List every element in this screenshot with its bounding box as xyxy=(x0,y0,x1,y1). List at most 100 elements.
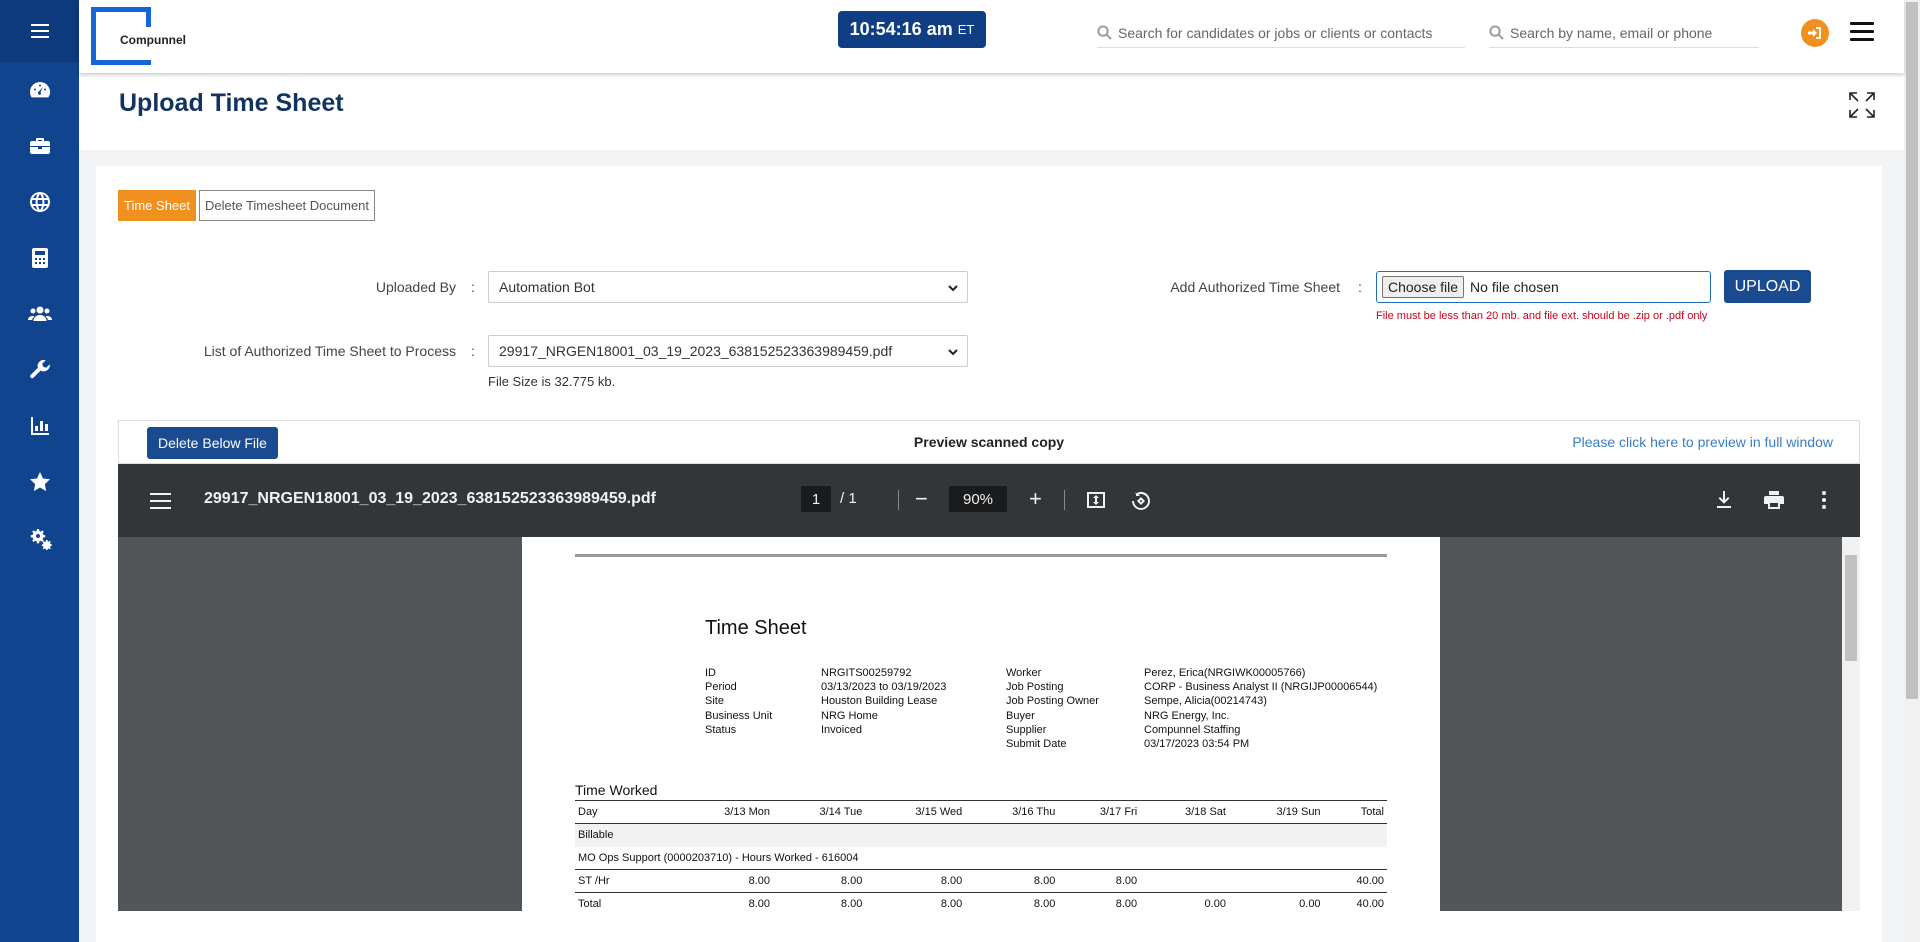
sidebar-item-reports[interactable] xyxy=(0,398,79,454)
left-labels: ID Period Site Business Unit Status xyxy=(705,666,772,737)
doc-value: Sempe, Alicia(00214743) xyxy=(1144,695,1267,708)
contact-search-placeholder: Search by name, email or phone xyxy=(1510,24,1713,41)
table-cell: 8.00 xyxy=(1033,898,1056,911)
column-header: 3/13 Mon xyxy=(724,806,771,818)
left-values: NRGITS00259792 03/13/2023 to 03/19/2023 … xyxy=(821,666,946,737)
page-number-input[interactable]: 1 xyxy=(801,486,831,512)
chevron-down-icon xyxy=(948,349,958,356)
column-header: Total xyxy=(1360,806,1384,818)
table-cell: Total xyxy=(578,898,602,911)
sidebar-item-tools[interactable] xyxy=(0,342,79,398)
fullscreen-button[interactable] xyxy=(1848,91,1876,119)
compunnel-logo[interactable]: Compunnel xyxy=(91,7,186,65)
document-title: Time Sheet xyxy=(705,617,807,639)
doc-value: 03/17/2023 03:54 PM xyxy=(1144,738,1250,751)
download-icon xyxy=(1717,491,1731,508)
main-menu-button[interactable] xyxy=(1850,22,1874,44)
table-cell: 8.00 xyxy=(940,875,963,887)
more-options-button[interactable] xyxy=(1812,488,1836,512)
doc-value: NRG Energy, Inc. xyxy=(1144,709,1230,722)
doc-value: 03/13/2023 to 03/19/2023 xyxy=(821,681,947,694)
logout-button[interactable] xyxy=(1801,19,1829,47)
sidebar xyxy=(0,0,79,942)
table-cell xyxy=(1140,870,1229,893)
file-size-text: File Size is 32.775 kb. xyxy=(488,374,616,389)
column-header: 3/18 Sat xyxy=(1184,806,1226,818)
uploaded-by-value: Automation Bot xyxy=(499,279,595,295)
globe-icon xyxy=(29,192,50,212)
doc-value: NRG Home xyxy=(821,709,878,722)
tab-delete-timesheet-document[interactable]: Delete Timesheet Document xyxy=(199,190,376,221)
tabs: Time Sheet Delete Timesheet Document xyxy=(118,190,376,221)
menu-icon xyxy=(30,24,49,38)
table-row: Billable xyxy=(575,823,1387,847)
doc-label: Job Posting Owner xyxy=(1006,695,1099,708)
time-worked-table: Day 3/13 Mon 3/14 Tue 3/15 Wed 3/16 Thu … xyxy=(575,800,1387,911)
table-cell: 8.00 xyxy=(840,875,863,887)
doc-label: Buyer xyxy=(1006,709,1035,722)
billable-label: Billable xyxy=(578,829,614,842)
print-button[interactable] xyxy=(1762,488,1786,512)
table-cell xyxy=(1229,870,1324,893)
table-cell: 8.00 xyxy=(1115,898,1138,911)
list-label: List of Authorized Time Sheet to Process xyxy=(203,343,456,359)
file-input[interactable]: Choose file No file chosen xyxy=(1376,271,1711,303)
zoom-out-button[interactable]: − xyxy=(915,486,928,512)
table-cell: 8.00 xyxy=(748,898,771,911)
expand-icon xyxy=(1849,92,1875,118)
upload-button[interactable]: UPLOAD xyxy=(1724,270,1811,303)
sidebar-item-favorites[interactable] xyxy=(0,454,79,510)
table-cell: 8.00 xyxy=(1115,875,1138,887)
time-worked-heading: Time Worked xyxy=(575,782,658,798)
doc-value: NRGITS00259792 xyxy=(821,667,912,679)
sidebar-item-settings[interactable] xyxy=(0,510,79,566)
authorized-timesheet-select[interactable]: 29917_NRGEN18001_03_19_2023_638152523363… xyxy=(488,335,968,367)
sidebar-item-jobs[interactable] xyxy=(0,118,79,174)
upload-card: Time Sheet Delete Timesheet Document Upl… xyxy=(96,166,1882,942)
sidebar-item-users[interactable] xyxy=(0,286,79,342)
page-header: Upload Time Sheet xyxy=(79,73,1904,150)
doc-value: Perez, Erica(NRGIWK00005766) xyxy=(1144,667,1306,679)
bar-chart-icon xyxy=(30,417,49,435)
sidebar-item-calculator[interactable] xyxy=(0,230,79,286)
fit-page-button[interactable] xyxy=(1084,488,1108,512)
table-cell: 40.00 xyxy=(1356,875,1384,887)
doc-value: Compunnel Staffing xyxy=(1144,723,1241,736)
doc-label: Submit Date xyxy=(1006,738,1067,751)
table-cell: 0.00 xyxy=(1204,898,1226,911)
sidebar-item-dashboard[interactable] xyxy=(0,62,79,118)
right-values: Perez, Erica(NRGIWK00005766) CORP - Busi… xyxy=(1144,666,1377,751)
sidebar-item-global[interactable] xyxy=(0,174,79,230)
contact-search-input[interactable]: Search by name, email or phone xyxy=(1489,18,1759,48)
doc-label: Supplier xyxy=(1006,723,1047,736)
full-window-preview-link[interactable]: Please click here to preview in full win… xyxy=(1572,434,1833,450)
pdf-scrollbar[interactable] xyxy=(1842,537,1860,911)
global-search-input[interactable]: Search for candidates or jobs or clients… xyxy=(1097,18,1465,48)
table-cell: 0.00 xyxy=(1299,898,1321,911)
preview-bar: Delete Below File Preview scanned copy P… xyxy=(118,420,1860,464)
settings-icon xyxy=(30,529,52,550)
choose-file-button[interactable]: Choose file xyxy=(1382,276,1465,298)
pdf-filename: 29917_NRGEN18001_03_19_2023_638152523363… xyxy=(204,490,656,507)
zoom-in-button[interactable]: + xyxy=(1029,486,1042,512)
doc-label: Status xyxy=(705,723,737,736)
doc-value: Invoiced xyxy=(821,723,862,736)
table-cell: 8.00 xyxy=(748,875,771,887)
table-cell: 8.00 xyxy=(840,898,863,911)
uploaded-by-select[interactable]: Automation Bot xyxy=(488,271,968,303)
pdf-menu-icon[interactable] xyxy=(150,493,171,509)
search-icon xyxy=(1097,25,1112,40)
rotate-button[interactable] xyxy=(1129,488,1153,512)
doc-label: Period xyxy=(705,681,737,694)
download-button[interactable] xyxy=(1712,488,1736,512)
page-scrollbar[interactable] xyxy=(1904,0,1920,942)
right-labels: Worker Job Posting Job Posting Owner Buy… xyxy=(1006,666,1099,751)
doc-label: Business Unit xyxy=(705,709,773,722)
sidebar-toggle-button[interactable] xyxy=(0,0,79,62)
tab-time-sheet[interactable]: Time Sheet xyxy=(118,190,196,221)
zoom-input[interactable]: 90% xyxy=(949,486,1007,512)
authorized-timesheet-value: 29917_NRGEN18001_03_19_2023_638152523363… xyxy=(499,343,893,359)
doc-label: Worker xyxy=(1006,667,1042,679)
wrench-icon xyxy=(29,359,50,379)
column-header: 3/19 Sun xyxy=(1276,806,1321,818)
